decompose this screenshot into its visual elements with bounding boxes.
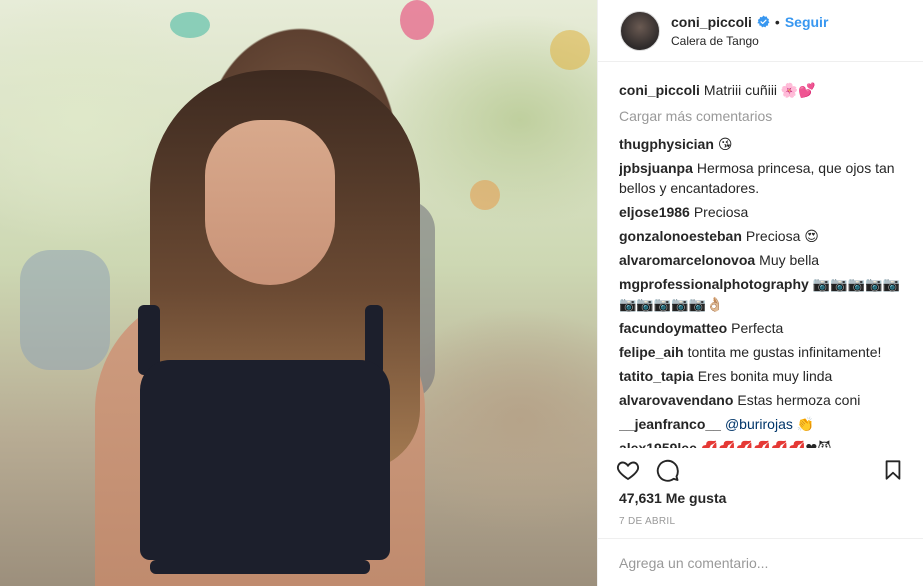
person-face: [205, 120, 335, 285]
follow-button[interactable]: Seguir: [785, 14, 829, 30]
caption-username[interactable]: coni_piccoli: [619, 82, 700, 98]
comment-item: thugphysician 😘: [619, 134, 911, 154]
comment-username[interactable]: eljose1986: [619, 204, 690, 220]
separator-dot: •: [774, 13, 780, 30]
comment-text: Muy bella: [759, 252, 820, 268]
bookmark-icon[interactable]: [879, 456, 907, 484]
comment-text: Estas hermoza coni: [737, 392, 861, 408]
comment-item: eljose1986 Preciosa: [619, 202, 911, 222]
comment-username[interactable]: alex1959lee: [619, 440, 697, 448]
header-text: coni_piccoli • Seguir Calera de Tango: [671, 14, 828, 48]
post-header: coni_piccoli • Seguir Calera de Tango: [598, 0, 923, 62]
comment-item: alvarovavendano Estas hermoza coni: [619, 390, 911, 410]
comment-username[interactable]: thugphysician: [619, 136, 714, 152]
comment-text: 👏: [796, 416, 815, 432]
likes-count[interactable]: 47,631 Me gusta: [619, 490, 726, 506]
add-comment-bar: [598, 538, 923, 586]
background-person: [20, 250, 110, 370]
background-flower: [400, 0, 434, 40]
background-foliage: [170, 12, 210, 38]
comment-item: __jeanfranco__ @burirojas 👏: [619, 414, 911, 434]
black-top: [140, 360, 390, 560]
comment-mention-link[interactable]: @burirojas: [725, 416, 793, 432]
post-photo[interactable]: [0, 0, 597, 586]
comment-text: Eres bonita muy linda: [697, 368, 833, 384]
comment-text: 💋💋💋💋💋💋❤😈: [700, 440, 832, 448]
heart-icon[interactable]: [614, 456, 642, 484]
comment-item: facundoymatteo Perfecta: [619, 318, 911, 338]
comment-input[interactable]: [619, 554, 902, 571]
comment-username[interactable]: gonzalonoesteban: [619, 228, 742, 244]
verified-badge-icon: [757, 15, 770, 28]
comment-text: 😘: [717, 136, 733, 152]
comment-username[interactable]: mgprofessionalphotography: [619, 276, 809, 292]
comment-username[interactable]: alvarovavendano: [619, 392, 733, 408]
post-side-panel: coni_piccoli • Seguir Calera de Tango co…: [597, 0, 923, 586]
instagram-post: coni_piccoli • Seguir Calera de Tango co…: [0, 0, 923, 586]
comment-text: tontita me gustas infinitamente!: [687, 344, 882, 360]
comment-text: Preciosa: [693, 204, 749, 220]
background-flower: [470, 180, 500, 210]
comments-list[interactable]: coni_piccoli Matriii cuñiii 🌸💕 Cargar más…: [619, 80, 911, 448]
comment-item: mgprofessionalphotography 📷📷📷📷📷📷📷📷📷📷👌🏼: [619, 274, 911, 314]
comment-username[interactable]: jpbsjuanpa: [619, 160, 693, 176]
caption-text: Matriii cuñiii 🌸💕: [703, 82, 816, 98]
comment-item: alvaromarcelonovoa Muy bella: [619, 250, 911, 270]
comment-username[interactable]: alvaromarcelonovoa: [619, 252, 755, 268]
comment-username[interactable]: __jeanfranco__: [619, 416, 721, 432]
comment-text: Perfecta: [731, 320, 784, 336]
comment-item: gonzalonoesteban Preciosa 😍: [619, 226, 911, 246]
comment-username[interactable]: tatito_tapia: [619, 368, 694, 384]
comment-icon[interactable]: [654, 456, 682, 484]
comment-text: Preciosa 😍: [745, 228, 819, 244]
post-date: 7 DE ABRIL: [619, 516, 676, 527]
post-actions: [614, 455, 907, 485]
comment-username[interactable]: facundoymatteo: [619, 320, 727, 336]
post-caption: coni_piccoli Matriii cuñiii 🌸💕: [619, 80, 911, 100]
comment-item: tatito_tapia Eres bonita muy linda: [619, 366, 911, 386]
header-top-row: coni_piccoli • Seguir: [671, 14, 828, 30]
waist-strap: [150, 560, 370, 574]
comment-item: jpbsjuanpa Hermosa princesa, que ojos tan…: [619, 158, 911, 198]
avatar[interactable]: [620, 10, 660, 51]
load-more-comments-button[interactable]: Cargar más comentarios: [619, 108, 911, 124]
comment-username[interactable]: felipe_aih: [619, 344, 684, 360]
comment-item: felipe_aih tontita me gustas infinitament…: [619, 342, 911, 362]
location-link[interactable]: Calera de Tango: [671, 34, 828, 48]
author-username[interactable]: coni_piccoli: [671, 14, 752, 30]
background-flower: [550, 30, 590, 70]
comment-item: alex1959lee 💋💋💋💋💋💋❤😈: [619, 438, 911, 448]
